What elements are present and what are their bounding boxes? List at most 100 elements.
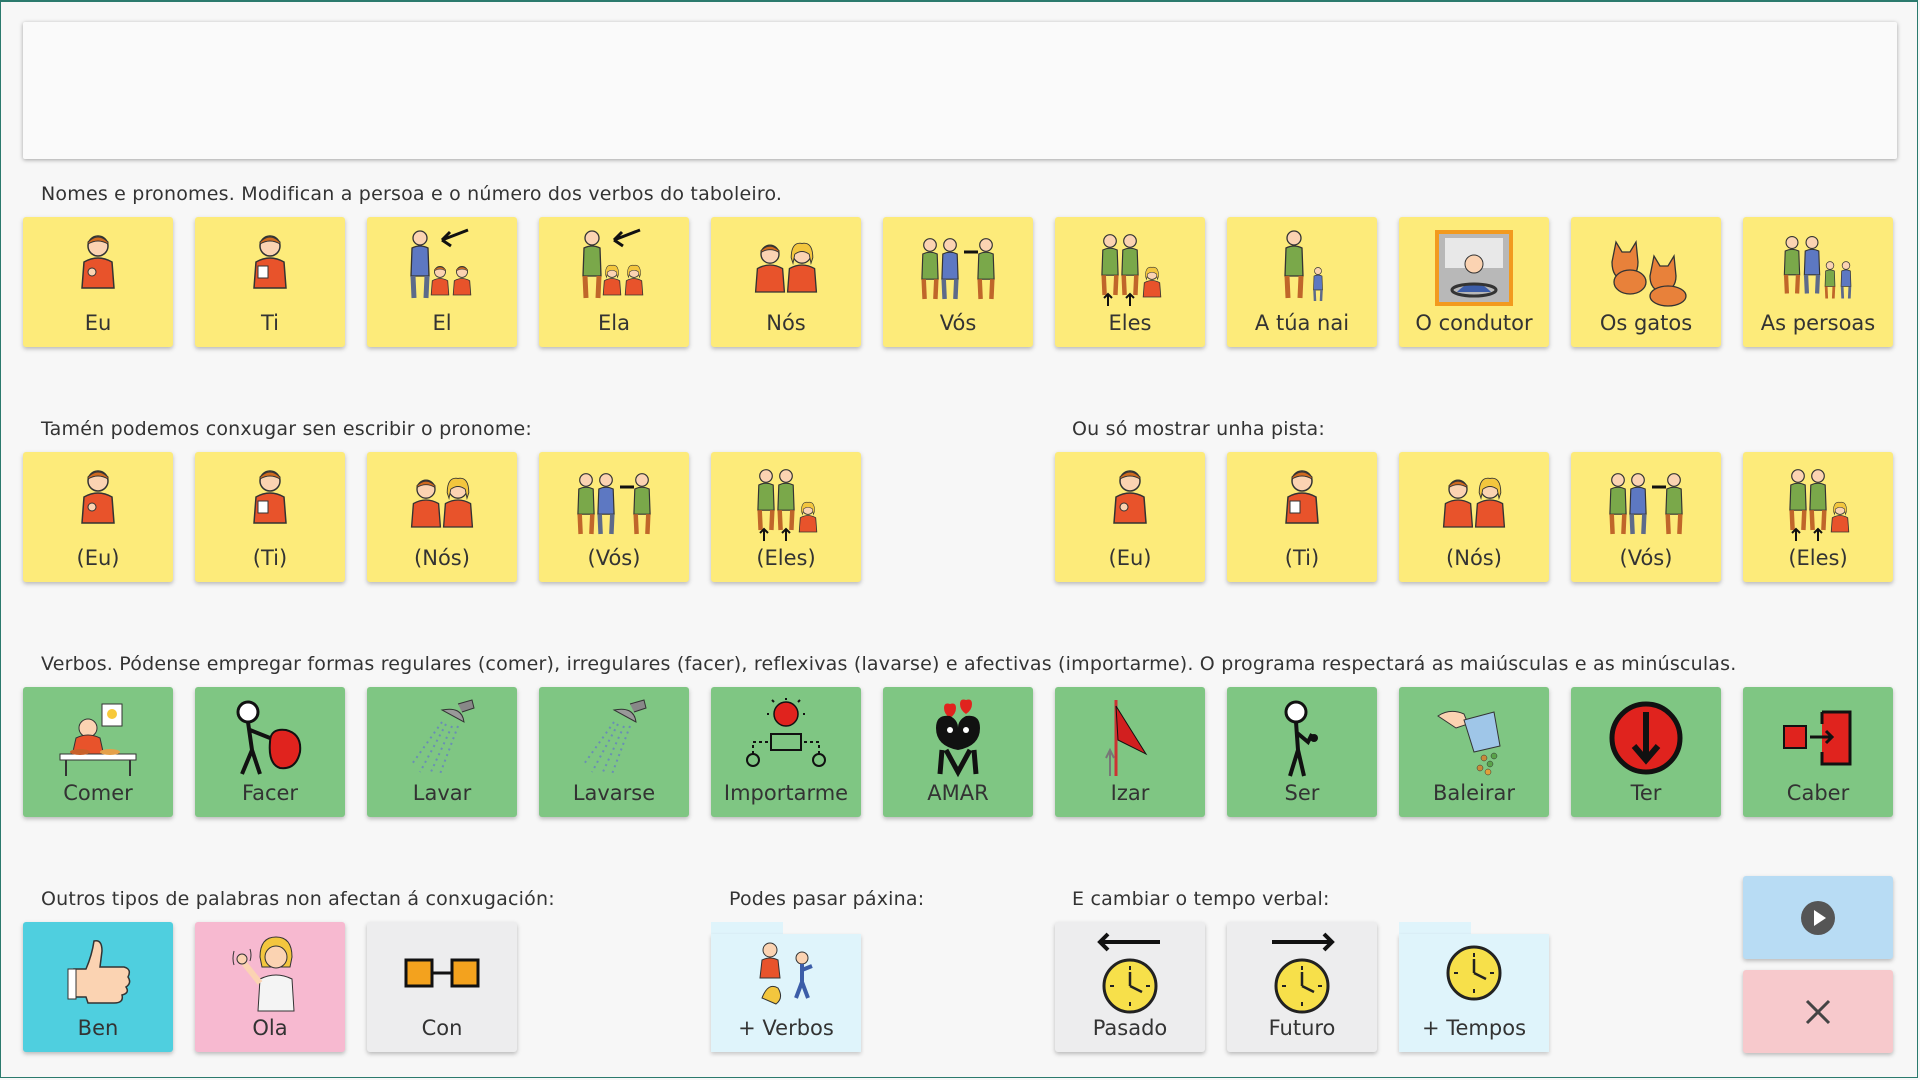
verb-tile-lavar[interactable]: Lavar	[367, 687, 517, 817]
clear-button[interactable]	[1743, 970, 1893, 1053]
tile-label: Ben	[77, 1016, 119, 1040]
driver-icon	[1399, 225, 1549, 311]
person-icon	[23, 460, 173, 546]
mother-child-icon	[1227, 225, 1377, 311]
verbs-folder-icon	[711, 930, 861, 1016]
tile-label: Ser	[1284, 781, 1320, 805]
tile-label: Con	[421, 1016, 463, 1040]
verb-tile-izar[interactable]: Izar	[1055, 687, 1205, 817]
cats-icon	[1571, 225, 1721, 311]
tile-label: Importarme	[723, 781, 849, 805]
tile-label: Lavarse	[572, 781, 656, 805]
verb-tile-importarme[interactable]: Importarme	[711, 687, 861, 817]
being-icon	[1227, 695, 1377, 781]
folder-tile-more-tenses[interactable]: + Tempos	[1399, 922, 1549, 1052]
people-group-icon	[1743, 225, 1893, 311]
tile-label: Eles	[1108, 311, 1152, 335]
shower-icon	[539, 695, 689, 781]
tile-label: (Eles)	[1788, 546, 1848, 570]
tile-label: + Verbos	[738, 1016, 834, 1040]
tense-tile-pasado[interactable]: Pasado	[1055, 922, 1205, 1052]
shower-icon	[367, 695, 517, 781]
message-bar[interactable]	[23, 22, 1897, 159]
pronoun-tile-nos[interactable]: Nós	[711, 217, 861, 347]
tile-label: (Eles)	[756, 546, 816, 570]
verb-tile-ser[interactable]: Ser	[1227, 687, 1377, 817]
tile-label: Izar	[1110, 781, 1150, 805]
play-button[interactable]	[1743, 876, 1893, 959]
tense-tile-futuro[interactable]: Futuro	[1227, 922, 1377, 1052]
tense-section-label: E cambiar o tempo verbal:	[1072, 888, 1330, 910]
tile-label: (Ti)	[1284, 546, 1320, 570]
verb-tile-facer[interactable]: Facer	[195, 687, 345, 817]
tile-label: Pasado	[1092, 1016, 1168, 1040]
verb-tile-amar[interactable]: AMAR	[883, 687, 1033, 817]
pronoun-tile-ti[interactable]: Ti	[195, 217, 345, 347]
tile-label: + Tempos	[1421, 1016, 1527, 1040]
hint-tile-nos[interactable]: (Nós)	[1399, 452, 1549, 582]
clock-icon	[1399, 930, 1549, 1016]
tile-label: El	[432, 311, 452, 335]
implicit-tile-eles[interactable]: (Eles)	[711, 452, 861, 582]
tile-label: O condutor	[1415, 311, 1533, 335]
person-icon	[1055, 460, 1205, 546]
verb-tile-baleirar[interactable]: Baleirar	[1399, 687, 1549, 817]
hint-tile-vos[interactable]: (Vós)	[1571, 452, 1721, 582]
have-icon	[1571, 695, 1721, 781]
tile-label: Futuro	[1268, 1016, 1336, 1040]
word-tile-ben[interactable]: Ben	[23, 922, 173, 1052]
eating-icon	[23, 695, 173, 781]
implicit-tile-nos[interactable]: (Nós)	[367, 452, 517, 582]
tile-label: Lavar	[412, 781, 472, 805]
tile-label: (Nós)	[1446, 546, 1502, 570]
tile-label: Os gatos	[1599, 311, 1693, 335]
word-tile-con[interactable]: Con	[367, 922, 517, 1052]
pronoun-tile-vos[interactable]: Vós	[883, 217, 1033, 347]
group-icon	[1743, 460, 1893, 546]
pointing-group-icon	[367, 225, 517, 311]
tile-label: (Vós)	[1619, 546, 1673, 570]
word-tile-ola[interactable]: Ola	[195, 922, 345, 1052]
implicit-tile-eu[interactable]: (Eu)	[23, 452, 173, 582]
pointing-group-icon	[1571, 460, 1721, 546]
pronoun-tile-eles[interactable]: Eles	[1055, 217, 1205, 347]
tile-label: Ter	[1630, 781, 1662, 805]
flag-icon	[1055, 695, 1205, 781]
doing-icon	[195, 695, 345, 781]
hint-tile-eu[interactable]: (Eu)	[1055, 452, 1205, 582]
tile-label: (Ti)	[252, 546, 288, 570]
tile-label: (Eu)	[76, 546, 120, 570]
two-people-icon	[367, 460, 517, 546]
verb-tile-caber[interactable]: Caber	[1743, 687, 1893, 817]
implicit-tile-vos[interactable]: (Vós)	[539, 452, 689, 582]
pronoun-tile-ela[interactable]: Ela	[539, 217, 689, 347]
pronoun-tile-os-gatos[interactable]: Os gatos	[1571, 217, 1721, 347]
person-icon	[195, 225, 345, 311]
verb-tile-comer[interactable]: Comer	[23, 687, 173, 817]
play-icon	[1801, 900, 1835, 935]
page-section-label: Podes pasar páxina:	[729, 888, 925, 910]
hint-section-label: Ou só mostrar unha pista:	[1072, 418, 1325, 440]
pointing-group-icon	[539, 225, 689, 311]
pronoun-tile-a-tua-nai[interactable]: A túa nai	[1227, 217, 1377, 347]
pronoun-tile-eu[interactable]: Eu	[23, 217, 173, 347]
implicit-section-label: Tamén podemos conxugar sen escribir o pr…	[41, 418, 533, 440]
tile-label: Baleirar	[1432, 781, 1515, 805]
tile-label: (Eu)	[1108, 546, 1152, 570]
two-people-icon	[711, 225, 861, 311]
verb-tile-lavarse[interactable]: Lavarse	[539, 687, 689, 817]
thumbs-up-icon	[23, 930, 173, 1016]
tile-label: Nós	[766, 311, 806, 335]
pronoun-tile-el[interactable]: El	[367, 217, 517, 347]
hint-tile-ti[interactable]: (Ti)	[1227, 452, 1377, 582]
pronoun-tile-as-persoas[interactable]: As persoas	[1743, 217, 1893, 347]
group-icon	[711, 460, 861, 546]
tile-label: As persoas	[1760, 311, 1876, 335]
verb-tile-ter[interactable]: Ter	[1571, 687, 1721, 817]
pronoun-tile-o-condutor[interactable]: O condutor	[1399, 217, 1549, 347]
folder-tile-more-verbs[interactable]: + Verbos	[711, 922, 861, 1052]
close-icon	[1805, 999, 1831, 1024]
implicit-tile-ti[interactable]: (Ti)	[195, 452, 345, 582]
tile-label: Ela	[598, 311, 630, 335]
hint-tile-eles[interactable]: (Eles)	[1743, 452, 1893, 582]
